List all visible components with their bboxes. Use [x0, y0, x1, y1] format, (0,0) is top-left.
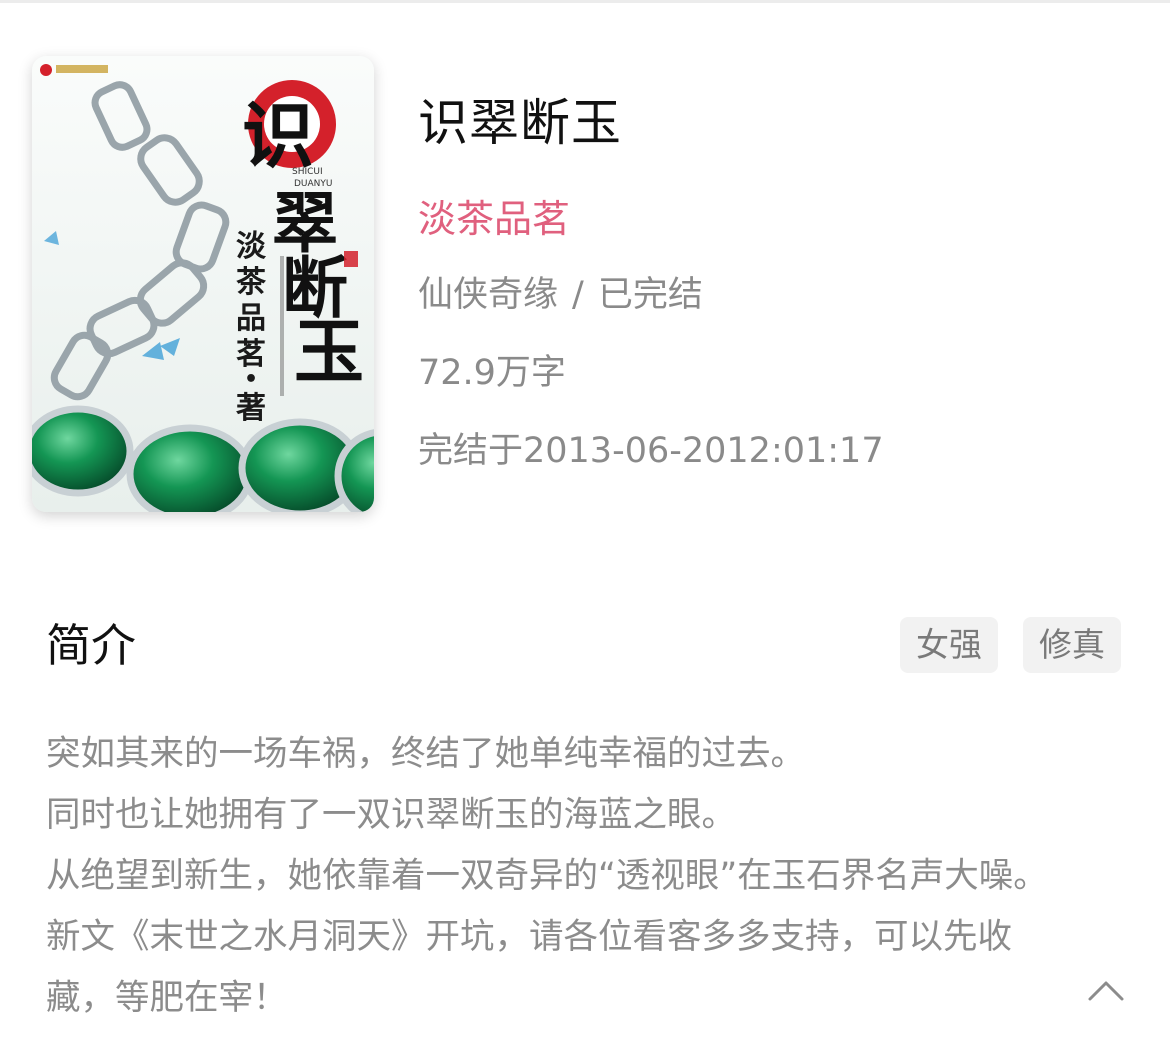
svg-text:著: 著	[236, 391, 266, 426]
book-cover-art: 识 翠 断 玉 SHICUI DUANYU 淡 茶 品 茗 • 著	[32, 56, 374, 512]
intro-text: 突如其来的一场车祸，终结了她单纯幸福的过去。 同时也让她拥有了一双识翠断玉的海蓝…	[46, 724, 1126, 1029]
svg-text:品: 品	[236, 301, 266, 336]
book-status: 已完结	[597, 275, 703, 315]
book-category[interactable]: 仙侠奇缘	[418, 275, 558, 315]
intro-paragraph: 藏，等肥在宰！	[46, 978, 288, 1018]
collapse-intro-button[interactable]	[1086, 975, 1126, 1005]
cover-title-glyph-4: 玉	[294, 310, 364, 393]
book-cover[interactable]: 识 翠 断 玉 SHICUI DUANYU 淡 茶 品 茗 • 著	[32, 56, 374, 512]
svg-text:淡: 淡	[236, 229, 267, 264]
cover-author: 淡 茶 品 茗 • 著	[236, 229, 267, 426]
svg-text:茶: 茶	[236, 265, 267, 300]
svg-text:DUANYU: DUANYU	[294, 179, 333, 189]
book-finished-time: 完结于2013-06-2012:01:17	[418, 431, 884, 471]
book-category-status: 仙侠奇缘 / 已完结	[418, 272, 703, 318]
book-author-link[interactable]: 淡茶品茗	[418, 194, 570, 244]
book-title: 识翠断玉	[418, 94, 622, 152]
meta-separator: /	[572, 275, 584, 315]
tag-cultivation[interactable]: 修真	[1023, 617, 1121, 673]
intro-paragraph: 同时也让她拥有了一双识翠断玉的海蓝之眼。	[46, 795, 736, 835]
svg-text:•: •	[244, 367, 258, 392]
cover-title-glyph-1: 识	[242, 93, 314, 178]
book-word-count: 72.9万字	[418, 353, 566, 393]
top-divider	[0, 0, 1170, 3]
tag-female-lead[interactable]: 女强	[900, 617, 998, 673]
intro-section-title: 简介	[46, 619, 137, 672]
cover-pinyin: SHICUI	[292, 167, 323, 177]
intro-paragraph: 从绝望到新生，她依靠着一双奇异的“透视眼”在玉石界名声大噪。	[46, 856, 1048, 896]
intro-paragraph: 突如其来的一场车祸，终结了她单纯幸福的过去。	[46, 734, 805, 774]
chevron-up-icon	[1088, 981, 1124, 1001]
intro-paragraph: 新文《末世之水月洞天》开坑，请各位看客多多支持，可以先收	[46, 917, 1012, 957]
